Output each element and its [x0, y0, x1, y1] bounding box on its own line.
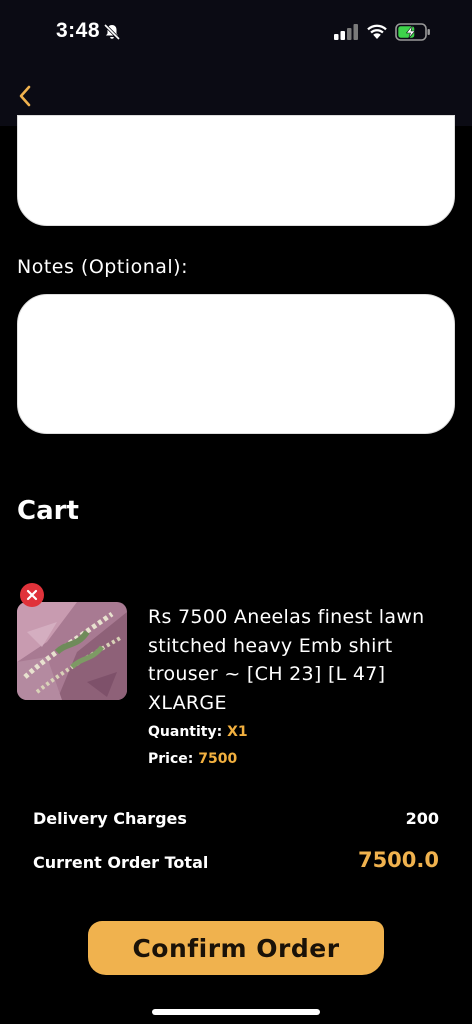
status-bar: 3:48: [0, 0, 472, 62]
close-icon: [26, 589, 38, 601]
notes-input[interactable]: [17, 294, 455, 434]
confirm-order-button[interactable]: Confirm Order: [88, 921, 384, 975]
notes-label: Notes (Optional):: [17, 256, 188, 278]
order-total-value: 7500.0: [357, 848, 439, 872]
address-field[interactable]: [17, 115, 455, 226]
quantity-label: Quantity:: [148, 724, 223, 740]
price-label: Price:: [148, 751, 194, 767]
price-row: Price: 7500: [148, 751, 237, 767]
battery-charging-icon: [395, 23, 431, 45]
quantity-value: X1: [227, 724, 248, 740]
price-value: 7500: [198, 751, 238, 767]
back-button[interactable]: [17, 84, 33, 112]
remove-item-button[interactable]: [20, 583, 44, 607]
cart-title: Cart: [17, 496, 79, 526]
wifi-icon: [366, 22, 388, 44]
chevron-left-icon: [19, 85, 31, 107]
home-indicator: [152, 1009, 320, 1015]
product-name: Rs 7500 Aneelas finest lawn stitched hea…: [148, 606, 425, 714]
quantity-row: Quantity: X1: [148, 724, 248, 740]
bell-slash-icon: [103, 23, 121, 45]
delivery-charges-label: Delivery Charges: [33, 809, 187, 828]
delivery-charges-value: 200: [405, 809, 439, 828]
signal-icon: [334, 24, 360, 44]
product-image: [17, 602, 127, 700]
order-total-label: Current Order Total: [33, 853, 209, 872]
status-time: 3:48: [56, 19, 101, 42]
